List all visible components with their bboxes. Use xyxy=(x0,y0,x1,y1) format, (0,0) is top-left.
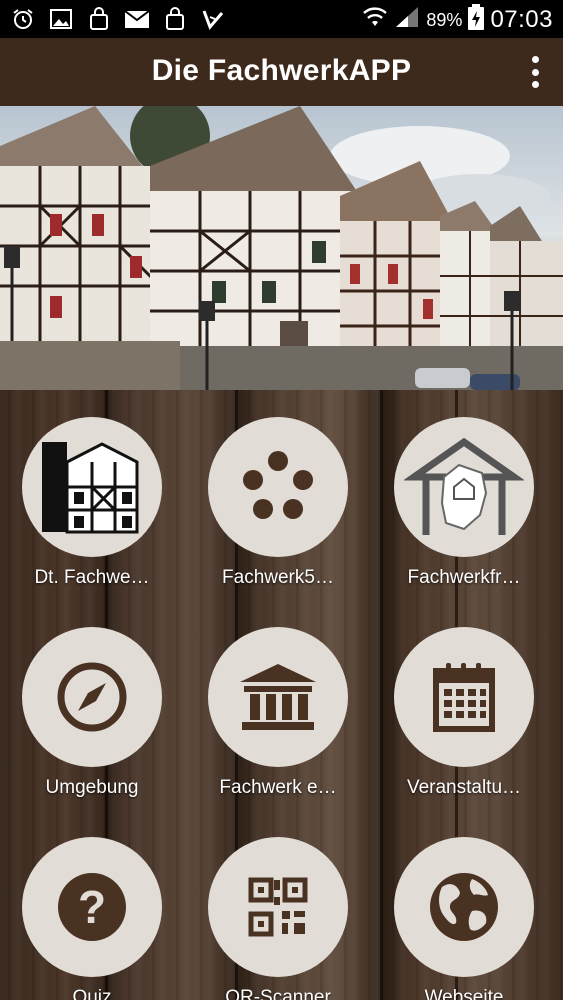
tile-dt-fachwerkstrasse[interactable]: Dt. Fachwe… xyxy=(7,417,177,589)
shopping-bag-icon xyxy=(162,6,188,32)
tile-webseite[interactable]: Webseite xyxy=(379,837,549,1000)
tile-veranstaltungen[interactable]: Veranstaltu… xyxy=(379,627,549,799)
five-dots-icon xyxy=(243,451,313,519)
compass-icon xyxy=(57,662,127,732)
clock: 07:03 xyxy=(490,6,553,33)
question-icon: ? xyxy=(58,873,126,941)
globe-icon xyxy=(430,873,498,941)
half-timbered-houses-photo xyxy=(0,106,563,390)
signal-icon xyxy=(394,5,420,35)
alarm-icon xyxy=(10,6,36,32)
tile-icon-circle xyxy=(22,417,162,557)
svg-text:?: ? xyxy=(78,881,106,933)
tile-qr-scanner[interactable]: QR-Scanner xyxy=(193,837,363,1000)
tile-icon-circle xyxy=(394,627,534,767)
qr-code-icon xyxy=(248,877,308,937)
half-timbered-house-drawing-icon xyxy=(37,432,147,542)
tile-label: Veranstaltu… xyxy=(406,777,522,798)
app-bar: Die FachwerkAPP xyxy=(0,38,563,106)
tile-label: QR-Scanner xyxy=(225,987,331,1000)
tile-quiz[interactable]: ? Quiz xyxy=(7,837,177,1000)
system-status: 89% 07:03 xyxy=(362,4,553,36)
status-bar: 89% 07:03 xyxy=(0,0,563,38)
notification-icons xyxy=(10,6,226,32)
museum-icon xyxy=(240,664,316,730)
tile-fachwerkfreunde[interactable]: Fachwerkfr… xyxy=(379,417,549,589)
tile-label: Fachwerk5… xyxy=(222,567,334,588)
tile-icon-circle xyxy=(394,837,534,977)
tile-umgebung[interactable]: Umgebung xyxy=(7,627,177,799)
shopping-bag-icon xyxy=(86,6,112,32)
image-icon xyxy=(48,6,74,32)
house-germany-map-logo-icon xyxy=(404,437,524,535)
tile-label: Umgebung xyxy=(45,777,139,798)
check-app-icon xyxy=(200,6,226,32)
tile-label: Quiz xyxy=(72,987,112,1000)
tile-label: Dt. Fachwe… xyxy=(34,567,150,588)
banner-image-slider[interactable] xyxy=(0,106,563,390)
tile-icon-circle xyxy=(394,417,534,557)
tile-fachwerk5[interactable]: Fachwerk5… xyxy=(193,417,363,589)
battery-charging-icon xyxy=(468,4,485,36)
tile-label: Webseite xyxy=(424,987,504,1000)
tile-label: Fachwerk e… xyxy=(219,777,337,798)
calendar-icon xyxy=(433,663,495,732)
tile-icon-circle xyxy=(22,627,162,767)
tile-fachwerk-erleben[interactable]: Fachwerk e… xyxy=(193,627,363,799)
tile-icon-circle xyxy=(208,417,348,557)
page-title: Die FachwerkAPP xyxy=(151,54,412,87)
tile-icon-circle xyxy=(208,627,348,767)
tile-label: Fachwerkfr… xyxy=(407,567,521,588)
battery-percent: 89% xyxy=(426,9,463,30)
wifi-icon xyxy=(362,6,388,34)
tile-icon-circle xyxy=(208,837,348,977)
mail-icon xyxy=(124,6,150,32)
tile-icon-circle: ? xyxy=(22,837,162,977)
more-vert-icon[interactable] xyxy=(525,52,545,92)
